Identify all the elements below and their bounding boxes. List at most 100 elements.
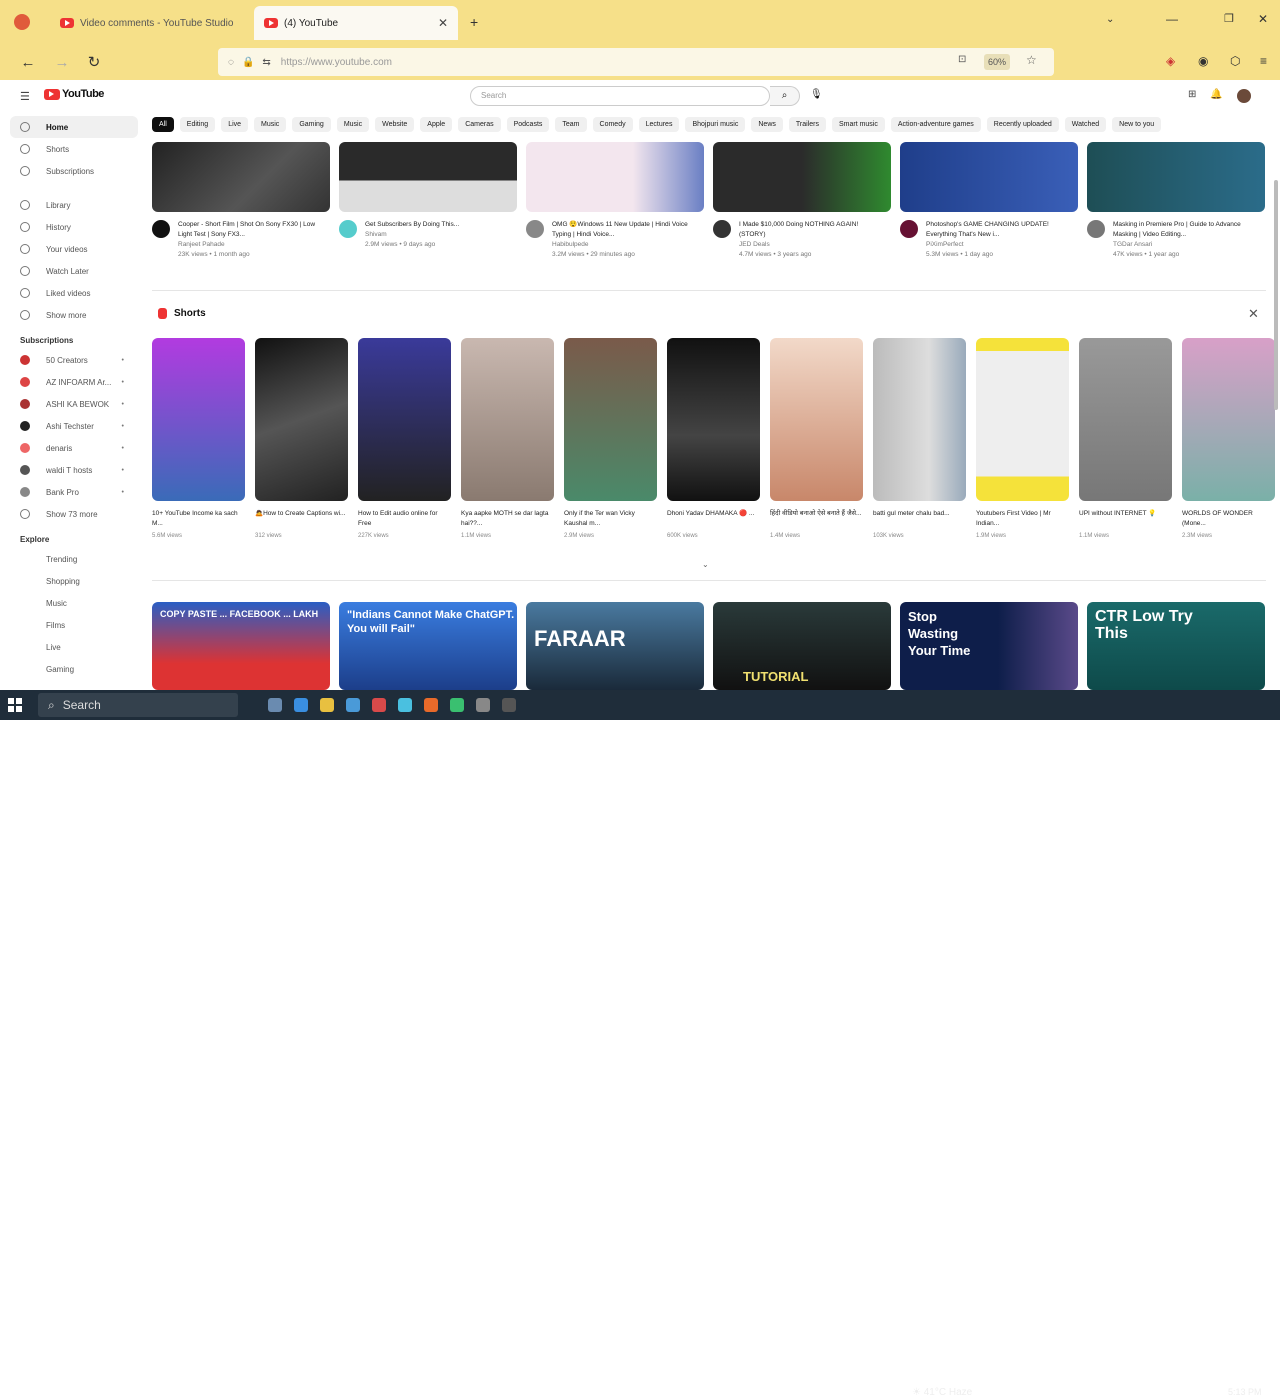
short-title[interactable]: WORLDS OF WONDER (Mone... [1182, 509, 1275, 529]
short-title[interactable]: How to Edit audio online for Free [358, 509, 451, 529]
subscription-item[interactable]: Bank Pro • [10, 481, 138, 503]
short-thumbnail[interactable] [358, 338, 451, 501]
channel-avatar[interactable] [526, 220, 544, 238]
video-title[interactable]: Photoshop's GAME CHANGING UPDATE! Everyt… [926, 220, 1072, 240]
chip[interactable]: Website [375, 117, 415, 132]
subscription-item[interactable]: waldi T hosts • [10, 459, 138, 481]
chip[interactable]: Action-adventure games [890, 117, 981, 132]
app-icon[interactable] [502, 698, 516, 712]
short-title[interactable]: 10+ YouTube Income ka sach M... [152, 509, 245, 529]
microphone-icon[interactable]: 🎙 [810, 89, 823, 100]
short-card[interactable]: Only if the Ter wan Vicky Kaushal m... 2.… [564, 338, 657, 539]
video-thumbnail[interactable] [1087, 142, 1265, 212]
short-title[interactable]: 🙇How to Create Captions wi... [255, 509, 348, 529]
channel-name[interactable]: PiXimPerfect [926, 240, 1072, 250]
app-icon[interactable] [476, 698, 490, 712]
sidebar-item-films[interactable]: Films [10, 614, 138, 636]
video-thumbnail[interactable] [152, 142, 330, 212]
video-thumbnail[interactable] [900, 142, 1078, 212]
video-card[interactable]: Get Subscribers By Doing This... Shivam 2.… [339, 142, 517, 260]
video-thumbnail[interactable]: CTR Low Try This [1087, 602, 1265, 690]
tab-list-chevron-icon[interactable]: ⌄ [1106, 14, 1114, 25]
short-title[interactable]: batti gul meter chalu bad... [873, 509, 966, 529]
close-window-icon[interactable]: ✕ [1258, 12, 1268, 26]
video-title[interactable]: OMG 😲Windows 11 New Update | Hindi Voice… [552, 220, 698, 240]
app-icon[interactable] [398, 698, 412, 712]
minimize-icon[interactable]: — [1166, 12, 1178, 26]
subscription-item[interactable]: AZ INFOARM Ar... • [10, 371, 138, 393]
video-thumbnail[interactable]: TUTORIAL [713, 602, 891, 690]
clock[interactable]: 5:13 PM [1228, 1387, 1262, 1397]
scrollbar[interactable] [1274, 180, 1278, 410]
short-card[interactable]: WORLDS OF WONDER (Mone... 2.3M views [1182, 338, 1275, 539]
sidebar-item-music[interactable]: Music [10, 592, 138, 614]
sidebar-item-trending[interactable]: Trending [10, 548, 138, 570]
short-card[interactable]: 10+ YouTube Income ka sach M... 5.6M view… [152, 338, 245, 539]
account-icon[interactable]: ◉ [1198, 54, 1208, 68]
short-title[interactable]: हिंदी वीडियो बनाओ ऐसे बनाते हैं जैसे... [770, 509, 863, 529]
subscription-item[interactable]: ASHI KA BEWOK • [10, 393, 138, 415]
video-card[interactable]: I Made $10,000 Doing NOTHING AGAIN! (STO… [713, 142, 891, 260]
browser-menu-icon[interactable] [14, 14, 30, 30]
short-thumbnail[interactable] [152, 338, 245, 501]
sidebar-item-shorts[interactable]: Shorts [10, 138, 138, 160]
short-thumbnail[interactable] [873, 338, 966, 501]
new-tab-icon[interactable]: + [470, 14, 478, 30]
task-view-icon[interactable] [268, 698, 282, 712]
chip[interactable]: Watched [1064, 117, 1107, 132]
sidebar-item-show-more-subs[interactable]: Show 73 more [10, 503, 138, 525]
sidebar-item-your-videos[interactable]: Your videos [10, 238, 138, 260]
channel-name[interactable]: Habibulpede [552, 240, 698, 250]
short-card[interactable]: Dhoni Yadav DHAMAKA 🔴 ... 600K views [667, 338, 760, 539]
short-card[interactable]: UPI without INTERNET 💡 1.1M views [1079, 338, 1172, 539]
short-thumbnail[interactable] [255, 338, 348, 501]
reload-icon[interactable]: ↻ [82, 53, 106, 71]
video-thumbnail[interactable]: COPY PASTE ... FACEBOOK ... LAKH [152, 602, 330, 690]
chip[interactable]: Team [555, 117, 587, 132]
chip[interactable]: Editing [179, 117, 216, 132]
sidebar-item-history[interactable]: History [10, 216, 138, 238]
short-thumbnail[interactable] [1182, 338, 1275, 501]
short-thumbnail[interactable] [564, 338, 657, 501]
file-explorer-icon[interactable] [320, 698, 334, 712]
subscription-item[interactable]: denaris • [10, 437, 138, 459]
chip[interactable]: Gaming [292, 117, 331, 132]
chip[interactable]: Podcasts [506, 117, 550, 132]
sidebar-item-liked-videos[interactable]: Liked videos [10, 282, 138, 304]
notifications-bell-icon[interactable]: 🔔 [1210, 89, 1222, 103]
chip[interactable]: Smart music [831, 117, 885, 132]
short-title[interactable]: Kya aapke MOTH se dar lagta hai??... [461, 509, 554, 529]
chip[interactable]: Lectures [638, 117, 680, 132]
extensions-icon[interactable]: ⬡ [1230, 54, 1240, 68]
chip[interactable]: Bhojpuri music [685, 117, 746, 132]
short-card[interactable]: Youtubers First Video | Mr Indian... 1.9M… [976, 338, 1069, 539]
chip[interactable]: Recently uploaded [986, 117, 1059, 132]
subscription-item[interactable]: 50 Creators • [10, 349, 138, 371]
back-icon[interactable]: ← [16, 54, 40, 71]
start-button[interactable] [0, 690, 30, 720]
tab-youtube-studio[interactable]: Video comments - YouTube Studio [50, 6, 246, 40]
chip[interactable]: Comedy [592, 117, 633, 132]
weather-widget[interactable]: ☀ 41°C Haze [912, 1387, 972, 1398]
short-thumbnail[interactable] [667, 338, 760, 501]
video-card[interactable]: Cooper - Short Film | Shot On Sony FX30 … [152, 142, 330, 260]
video-thumbnail[interactable] [339, 142, 517, 212]
video-title[interactable]: Cooper - Short Film | Shot On Sony FX30 … [178, 220, 324, 240]
create-video-icon[interactable]: ⊞ [1188, 89, 1196, 103]
short-card[interactable]: हिंदी वीडियो बनाओ ऐसे बनाते हैं जैसे... 1… [770, 338, 863, 539]
sidebar-item-show-more[interactable]: Show more [10, 304, 138, 326]
sidebar-item-live[interactable]: Live [10, 636, 138, 658]
taskbar-search[interactable]: ⌕ Search [38, 693, 238, 717]
app-menu-icon[interactable]: ≡ [1260, 54, 1267, 68]
short-card[interactable]: How to Edit audio online for Free 227K vi… [358, 338, 451, 539]
channel-avatar[interactable] [339, 220, 357, 238]
url-field[interactable]: ◌ 🔒 ⇆ https://www.youtube.com ⊡ 60% ☆ [218, 48, 1054, 76]
short-card[interactable]: Kya aapke MOTH se dar lagta hai??... 1.1M… [461, 338, 554, 539]
short-thumbnail[interactable] [1079, 338, 1172, 501]
channel-name[interactable]: TGDar Ansari [1113, 240, 1259, 250]
short-thumbnail[interactable] [461, 338, 554, 501]
subscription-item[interactable]: Ashi Techster • [10, 415, 138, 437]
sidebar-item-library[interactable]: Library [10, 194, 138, 216]
chip[interactable]: Live [221, 117, 249, 132]
channel-name[interactable]: Shivam [365, 230, 511, 240]
